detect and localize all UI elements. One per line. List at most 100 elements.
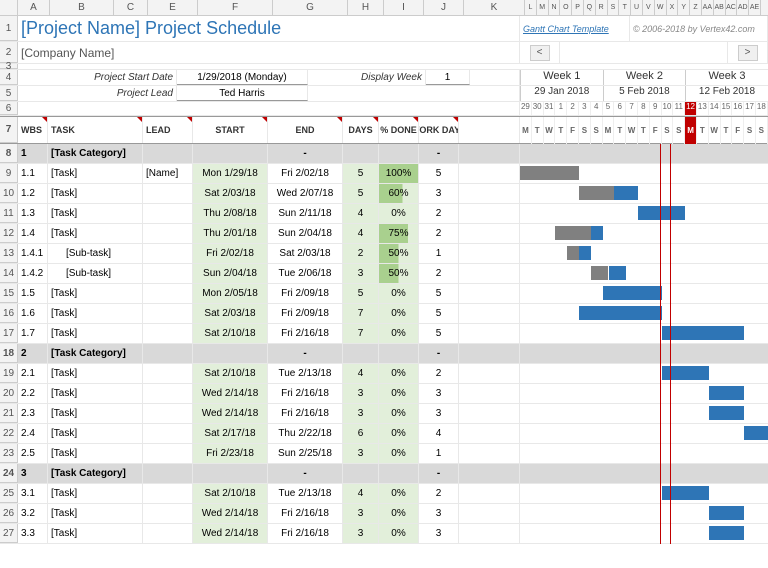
col-T[interactable]: T <box>619 0 631 15</box>
cell-wbs[interactable]: 1.5 <box>18 284 48 303</box>
row-number[interactable]: 4 <box>0 70 18 85</box>
gantt-bar[interactable] <box>603 286 662 300</box>
cell-days[interactable]: 5 <box>343 184 379 203</box>
cell-end[interactable]: Tue 2/13/18 <box>268 364 343 383</box>
col-W[interactable]: W <box>655 0 667 15</box>
col-Z[interactable]: Z <box>690 0 702 15</box>
cell-work[interactable]: 4 <box>419 424 459 443</box>
table-row[interactable]: 192.1[Task]Sat 2/10/18Tue 2/13/1840%2 <box>0 364 768 384</box>
col-E[interactable]: E <box>148 0 198 15</box>
cell-days[interactable]: 3 <box>343 444 379 463</box>
cell-lead[interactable] <box>143 524 193 543</box>
cell-start[interactable]: Sat 2/03/18 <box>193 304 268 323</box>
cell-end[interactable]: Sun 2/04/18 <box>268 224 343 243</box>
row-number[interactable]: 7 <box>0 117 18 143</box>
table-row[interactable]: 232.5[Task]Fri 2/23/18Sun 2/25/1830%1 <box>0 444 768 464</box>
table-row[interactable]: 161.6[Task]Sat 2/03/18Fri 2/09/1870%5 <box>0 304 768 324</box>
cell-wbs[interactable]: 1.4.2 <box>18 264 48 283</box>
row-number[interactable]: 8 <box>0 144 18 163</box>
gantt-bar[interactable] <box>709 526 744 540</box>
cell-lead[interactable] <box>143 224 193 243</box>
cell-wbs[interactable]: 2.5 <box>18 444 48 463</box>
cell-end[interactable]: Sun 2/25/18 <box>268 444 343 463</box>
cell-task[interactable]: [Task] <box>48 524 143 543</box>
col-A[interactable]: A <box>18 0 50 15</box>
cell-start[interactable]: Thu 2/01/18 <box>193 224 268 243</box>
cell-end[interactable]: Fri 2/16/18 <box>268 524 343 543</box>
gantt-bar[interactable] <box>638 206 685 220</box>
cell-task[interactable]: [Sub-task] <box>48 244 143 263</box>
col-Y[interactable]: Y <box>678 0 690 15</box>
cell-pct[interactable]: 0% <box>379 524 419 543</box>
cell-work[interactable]: 1 <box>419 444 459 463</box>
cell-lead[interactable] <box>143 264 193 283</box>
cell-end[interactable]: - <box>268 344 343 363</box>
cell-wbs[interactable]: 2.2 <box>18 384 48 403</box>
header-start[interactable]: START <box>193 117 268 143</box>
table-row[interactable]: 91.1[Task][Name]Mon 1/29/18Fri 2/02/1851… <box>0 164 768 184</box>
cell-gap[interactable] <box>459 364 520 383</box>
table-row[interactable]: 141.4.2[Sub-task]Sun 2/04/18Tue 2/06/183… <box>0 264 768 284</box>
cell-lead[interactable] <box>143 464 193 483</box>
cell-start[interactable]: Thu 2/08/18 <box>193 204 268 223</box>
cell-task[interactable]: [Task Category] <box>48 464 143 483</box>
gantt-bar[interactable] <box>609 266 627 280</box>
gantt-bar[interactable] <box>579 306 662 320</box>
cell-task[interactable]: [Task] <box>48 204 143 223</box>
cell-end[interactable]: Fri 2/09/18 <box>268 284 343 303</box>
cell-pct[interactable]: 75% <box>379 224 419 243</box>
col-P[interactable]: P <box>572 0 584 15</box>
gantt-bar[interactable] <box>662 486 709 500</box>
cell-end[interactable]: Fri 2/16/18 <box>268 384 343 403</box>
scroll-left-button[interactable]: < <box>530 45 550 61</box>
cell-end[interactable]: Thu 2/22/18 <box>268 424 343 443</box>
cell-lead[interactable] <box>143 284 193 303</box>
table-row[interactable]: 253.1[Task]Sat 2/10/18Tue 2/13/1840%2 <box>0 484 768 504</box>
cell-lead[interactable] <box>143 504 193 523</box>
cell-end[interactable]: Sun 2/11/18 <box>268 204 343 223</box>
cell-wbs[interactable]: 2.1 <box>18 364 48 383</box>
cell-gap[interactable] <box>459 184 520 203</box>
row-number[interactable]: 9 <box>0 164 18 183</box>
header-wbs[interactable]: WBS <box>18 117 48 143</box>
cell-work[interactable]: 3 <box>419 404 459 423</box>
cell-start[interactable]: Wed 2/14/18 <box>193 504 268 523</box>
cell-lead[interactable] <box>143 444 193 463</box>
gantt-bar[interactable] <box>709 406 744 420</box>
cell-days[interactable]: 6 <box>343 424 379 443</box>
cell-wbs[interactable]: 1.7 <box>18 324 48 343</box>
cell-start[interactable]: Mon 1/29/18 <box>193 164 268 183</box>
col-Q[interactable]: Q <box>584 0 596 15</box>
gantt-bar[interactable] <box>614 186 638 200</box>
cell-gap[interactable] <box>459 424 520 443</box>
cell-work[interactable]: - <box>419 144 459 163</box>
cell-work[interactable]: 1 <box>419 244 459 263</box>
row-number[interactable]: 12 <box>0 224 18 243</box>
row-number[interactable]: 10 <box>0 184 18 203</box>
col-F[interactable]: F <box>198 0 273 15</box>
cell-pct[interactable]: 60% <box>379 184 419 203</box>
header-days[interactable]: DAYS <box>343 117 379 143</box>
cell-start[interactable]: Sat 2/10/18 <box>193 364 268 383</box>
row-number[interactable]: 19 <box>0 364 18 383</box>
gantt-bar-complete[interactable] <box>567 246 579 260</box>
gantt-bar-complete[interactable] <box>579 186 614 200</box>
gantt-bar[interactable] <box>662 366 709 380</box>
cell-work[interactable]: - <box>419 464 459 483</box>
table-row[interactable]: 273.3[Task]Wed 2/14/18Fri 2/16/1830%3 <box>0 524 768 544</box>
cell-gap[interactable] <box>459 444 520 463</box>
col-[interactable] <box>0 0 18 15</box>
cell-gap[interactable] <box>459 304 520 323</box>
cell-task[interactable]: [Task Category] <box>48 144 143 163</box>
cell-days[interactable]: 3 <box>343 384 379 403</box>
cell-days[interactable]: 7 <box>343 304 379 323</box>
cell-gap[interactable] <box>459 524 520 543</box>
cell-days[interactable]: 4 <box>343 364 379 383</box>
cell-lead[interactable] <box>143 244 193 263</box>
row-number[interactable]: 11 <box>0 204 18 223</box>
cell-work[interactable]: 2 <box>419 204 459 223</box>
cell-pct[interactable]: 0% <box>379 484 419 503</box>
cell-wbs[interactable]: 2 <box>18 344 48 363</box>
cell-end[interactable]: Wed 2/07/18 <box>268 184 343 203</box>
cell-work[interactable]: 5 <box>419 324 459 343</box>
